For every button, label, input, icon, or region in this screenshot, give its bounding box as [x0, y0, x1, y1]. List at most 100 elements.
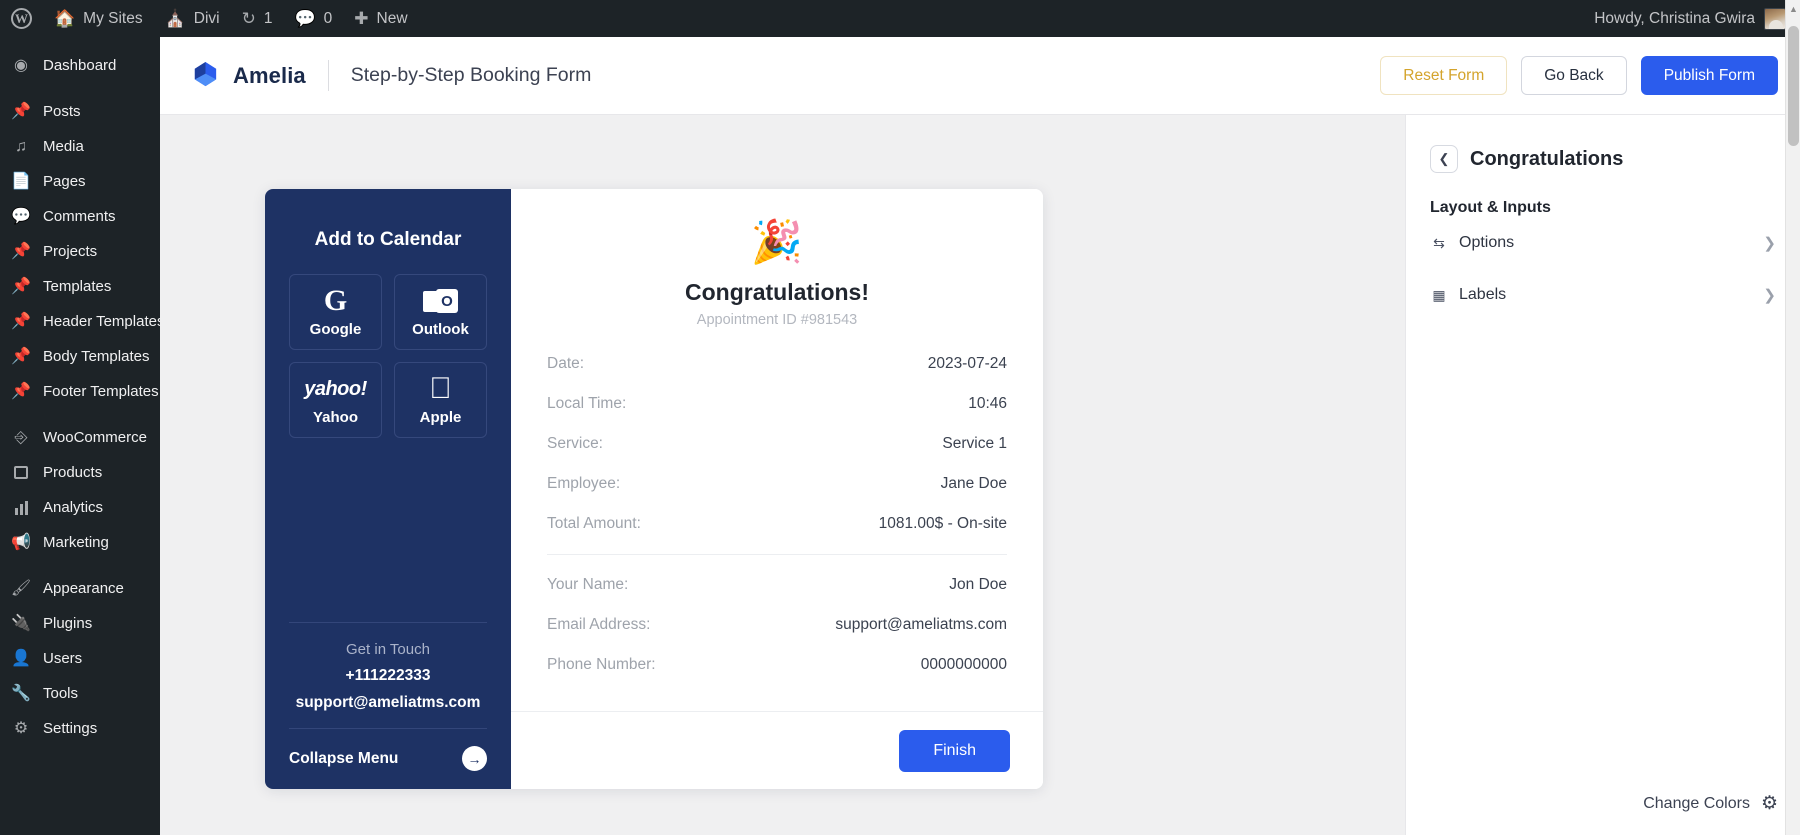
wp-admin-sidebar[interactable]: ◉ Dashboard 📌 Posts ♫ Media 📄 Pages 💬 Co… [0, 37, 160, 835]
finish-button[interactable]: Finish [899, 729, 1010, 772]
admin-bar-my-sites[interactable]: 🏠 My Sites [43, 0, 154, 37]
sidebar-item-products[interactable]: Products [0, 455, 160, 490]
sidebar-item-label: Projects [43, 243, 98, 260]
go-back-button[interactable]: Go Back [1521, 56, 1627, 95]
calendar-button-label: Apple [419, 409, 462, 426]
confirmation-panel: 🎉 Congratulations! Appointment ID #98154… [511, 189, 1043, 789]
add-to-apple-calendar-button[interactable]:  Apple [394, 362, 487, 438]
admin-bar-wordpress-logo[interactable]: W [0, 0, 43, 37]
settings-row-labels[interactable]: ▦ Labels ❯ [1430, 269, 1776, 321]
add-to-yahoo-calendar-button[interactable]: yahoo! Yahoo [289, 362, 382, 438]
admin-bar-howdy[interactable]: Howdy, Christina Gwira [1594, 10, 1764, 28]
sidebar-item-label: Marketing [43, 534, 109, 551]
avatar[interactable] [1764, 7, 1786, 30]
amelia-brand: Amelia [190, 60, 306, 91]
page-scrollbar[interactable]: ▲ [1785, 0, 1800, 835]
comment-icon: 💬 [11, 207, 31, 225]
chevron-right-icon: ❯ [1763, 235, 1776, 252]
add-to-calendar-panel: Add to Calendar G Google O Outlook yahoo… [265, 189, 511, 789]
sidebar-item-plugins[interactable]: 🔌 Plugins [0, 606, 160, 641]
header-actions: Reset Form Go Back Publish Form [1380, 56, 1778, 95]
wrench-icon: 🔧 [11, 684, 31, 702]
add-to-google-calendar-button[interactable]: G Google [289, 274, 382, 350]
reset-form-button[interactable]: Reset Form [1380, 56, 1508, 95]
sidebar-item-woocommerce[interactable]: ⎆ WooCommerce [0, 420, 160, 455]
appointment-id: Appointment ID #981543 [696, 312, 858, 328]
panel-spacer [289, 438, 487, 622]
sliders-icon: ⇆ [1433, 234, 1445, 251]
sidebar-item-comments[interactable]: 💬 Comments [0, 199, 160, 234]
calendar-button-label: Outlook [412, 321, 469, 338]
chevron-right-icon: ❯ [1763, 287, 1776, 304]
customer-value: 0000000000 [920, 656, 1007, 673]
plus-icon: ✚ [354, 9, 369, 28]
updates-icon: ↻ [241, 9, 256, 28]
collapse-menu-label: Collapse Menu [289, 749, 399, 767]
detail-value: 1081.00$ - On-site [878, 515, 1007, 532]
menu-spacer [0, 409, 160, 420]
admin-bar-comments[interactable]: 💬 0 [284, 0, 344, 37]
change-colors-button[interactable]: Change Colors ⚙ [1643, 792, 1778, 815]
outlook-logo-icon: O [423, 286, 458, 316]
admin-bar-site-divi[interactable]: ⛪ Divi [154, 0, 231, 37]
sidebar-item-label: Tools [43, 685, 79, 702]
admin-bar-updates[interactable]: ↻ 1 [231, 0, 284, 37]
apple-logo-icon:  [429, 374, 452, 404]
scroll-up-arrow-icon[interactable]: ▲ [1789, 4, 1798, 14]
chevron-left-icon[interactable]: ❮ [1430, 145, 1458, 173]
collapse-menu-button[interactable]: Collapse Menu → [289, 728, 487, 789]
sidebar-item-posts[interactable]: 📌 Posts [0, 94, 160, 129]
pin-icon: 📌 [11, 102, 31, 120]
sidebar-item-pages[interactable]: 📄 Pages [0, 164, 160, 199]
menu-spacer [0, 560, 160, 571]
google-logo-icon: G [323, 284, 348, 317]
sidebar-item-footer-templates[interactable]: 📌 Footer Templates [0, 374, 160, 409]
amelia-logo-icon [190, 60, 221, 91]
sidebar-item-settings[interactable]: ⚙ Settings [0, 711, 160, 746]
sidebar-item-appearance[interactable]: 🖌 Appearance [0, 571, 160, 606]
sidebar-item-label: Body Templates [43, 348, 150, 365]
sidebar-item-projects[interactable]: 📌 Projects [0, 234, 160, 269]
confirmation-body: 🎉 Congratulations! Appointment ID #98154… [511, 189, 1043, 711]
sidebar-item-users[interactable]: 👤 Users [0, 641, 160, 676]
scrollbar-thumb[interactable] [1788, 26, 1799, 146]
comment-icon: 💬 [294, 9, 316, 28]
sidebar-item-dashboard[interactable]: ◉ Dashboard [0, 48, 160, 83]
sidebar-item-label: WooCommerce [43, 429, 147, 446]
sidebar-item-analytics[interactable]: Analytics [0, 490, 160, 525]
party-popper-icon: 🎉 [750, 218, 804, 265]
sidebar-item-label: Templates [43, 278, 112, 295]
wordpress-logo-icon: W [11, 8, 32, 29]
publish-form-button[interactable]: Publish Form [1640, 56, 1778, 95]
calendar-button-label: Google [309, 321, 362, 338]
add-to-calendar-title: Add to Calendar [314, 229, 462, 250]
contact-email[interactable]: support@ameliatms.com [289, 694, 487, 712]
sidebar-item-media[interactable]: ♫ Media [0, 129, 160, 164]
sidebar-item-templates[interactable]: 📌 Templates [0, 269, 160, 304]
sidebar-item-tools[interactable]: 🔧 Tools [0, 676, 160, 711]
settings-header: ❮ Congratulations [1430, 145, 1776, 173]
admin-bar-new[interactable]: ✚ New [343, 0, 418, 37]
add-to-outlook-calendar-button[interactable]: O Outlook [394, 274, 487, 350]
dashboard-icon: ◉ [14, 56, 28, 74]
details-divider [547, 554, 1007, 555]
settings-row-options[interactable]: ⇆ Options ❯ [1430, 217, 1776, 269]
appointment-details-list: Date: 2023-07-24 Local Time: 10:46 Servi… [547, 344, 1007, 685]
media-icon: ♫ [15, 137, 27, 155]
contact-phone[interactable]: +111222333 [289, 667, 487, 685]
admin-bar-left: W 🏠 My Sites ⛪ Divi ↻ 1 💬 0 ✚ New [0, 0, 419, 37]
sidebar-item-header-templates[interactable]: 📌 Header Templates [0, 304, 160, 339]
customer-label: Your Name: [547, 576, 629, 593]
customer-label: Phone Number: [547, 656, 656, 673]
detail-value: 10:46 [968, 395, 1007, 412]
detail-row: Date: 2023-07-24 [547, 344, 1007, 384]
get-in-touch-label: Get in Touch [346, 641, 430, 658]
megaphone-icon: 📢 [11, 533, 31, 551]
brand-name: Amelia [233, 62, 306, 88]
sidebar-item-body-templates[interactable]: 📌 Body Templates [0, 339, 160, 374]
wp-admin-bar: W 🏠 My Sites ⛪ Divi ↻ 1 💬 0 ✚ New Howdy,… [0, 0, 1800, 37]
yahoo-logo-icon: yahoo! [304, 377, 367, 400]
sidebar-item-marketing[interactable]: 📢 Marketing [0, 525, 160, 560]
menu-spacer [0, 83, 160, 94]
admin-bar-right: Howdy, Christina Gwira [1594, 7, 1800, 30]
